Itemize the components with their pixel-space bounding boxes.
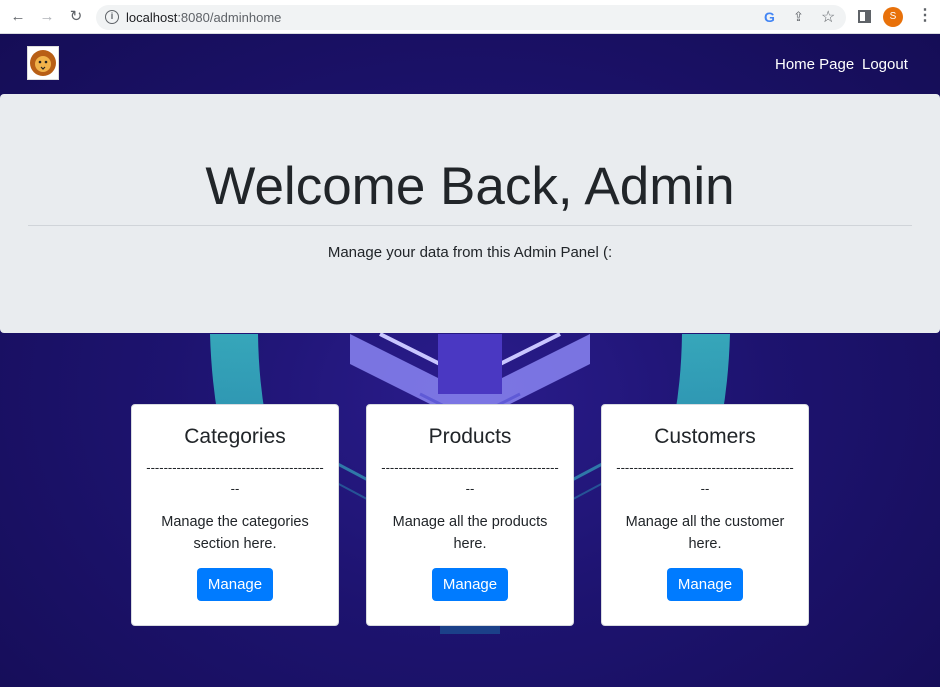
products-card: Products -------------------------------…: [366, 404, 574, 626]
bookmark-star-icon[interactable]: ☆: [821, 7, 835, 27]
card-description: Manage all the products here.: [392, 514, 548, 552]
address-bar[interactable]: i localhost:8080/adminhome G ⇪ ☆: [96, 5, 846, 30]
side-panel-icon[interactable]: [858, 10, 871, 23]
nav-home-link[interactable]: Home Page: [775, 56, 854, 73]
lion-logo[interactable]: [27, 46, 59, 80]
nav-logout-link[interactable]: Logout: [862, 56, 908, 73]
browser-menu-icon[interactable]: ⋮: [917, 7, 933, 25]
profile-avatar[interactable]: S: [883, 7, 903, 27]
card-divider: ----------------------------------------…: [146, 460, 324, 496]
jumbotron-divider: [28, 225, 912, 226]
page-subtitle: Manage your data from this Admin Panel (…: [327, 244, 613, 261]
url-host: localhost: [126, 10, 178, 25]
customers-card: Customers ------------------------------…: [601, 404, 809, 626]
url-path: :8080/adminhome: [177, 10, 282, 25]
card-description: Manage the categories section here.: [161, 514, 309, 552]
url-text[interactable]: localhost:8080/adminhome: [126, 10, 281, 25]
card-title: Customers: [654, 425, 756, 448]
share-icon[interactable]: ⇪: [793, 9, 804, 25]
card-description: Manage all the customer here.: [625, 514, 785, 552]
browser-toolbar: ← → ↻ i localhost:8080/adminhome G ⇪ ☆ S…: [0, 0, 940, 34]
card-title: Products: [428, 425, 512, 448]
admin-page: Home Page Logout Welcome Back, Admin Man…: [0, 34, 940, 687]
manage-products-button[interactable]: Manage: [431, 568, 509, 601]
card-title: Categories: [184, 425, 286, 448]
site-info-icon[interactable]: i: [105, 10, 119, 24]
page-title: Welcome Back, Admin: [205, 157, 735, 216]
card-divider: ----------------------------------------…: [381, 460, 559, 496]
categories-card: Categories -----------------------------…: [131, 404, 339, 626]
back-icon[interactable]: ←: [9, 8, 27, 26]
navbar: Home Page Logout: [0, 34, 940, 94]
manage-categories-button[interactable]: Manage: [196, 568, 274, 601]
google-lens-icon[interactable]: G: [764, 9, 775, 25]
welcome-jumbotron: Welcome Back, Admin Manage your data fro…: [0, 94, 940, 333]
reload-icon[interactable]: ↻: [67, 8, 85, 26]
card-divider: ----------------------------------------…: [616, 460, 794, 496]
forward-icon[interactable]: →: [38, 8, 56, 26]
manage-customers-button[interactable]: Manage: [666, 568, 744, 601]
